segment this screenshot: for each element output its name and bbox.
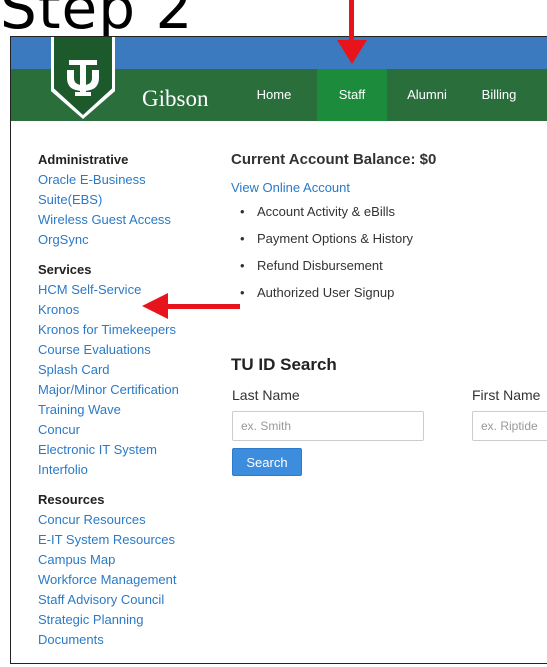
step-title: Step 2	[0, 0, 194, 42]
sidebar-link-concur-resources[interactable]: Concur Resources	[38, 510, 208, 530]
sidebar-heading: Resources	[38, 492, 105, 507]
account-balance-heading: Current Account Balance: $0	[231, 151, 437, 168]
first-name-label: First Name	[472, 387, 541, 403]
list-item: Refund Disbursement	[231, 252, 547, 279]
sidebar-link-strategic-planning[interactable]: Strategic Planning	[38, 610, 208, 630]
sidebar-link-major-minor-certification[interactable]: Major/Minor Certification	[38, 380, 208, 400]
annotation-arrow-down-icon	[337, 0, 367, 64]
sidebar-link-electronic-it-system[interactable]: Electronic IT System	[38, 440, 208, 460]
sidebar-link-oracle-ebs[interactable]: Oracle E-Business Suite(EBS)	[38, 170, 158, 210]
nav-home[interactable]: Home	[248, 69, 300, 121]
sidebar-heading: Services	[38, 262, 92, 277]
sidebar-group-administrative: Administrative Oracle E-Business Suite(E…	[38, 150, 208, 250]
list-item: Account Activity & eBills	[231, 198, 547, 225]
list-item: Authorized User Signup	[231, 279, 547, 306]
sidebar-group-resources: Resources Concur Resources E-IT System R…	[38, 490, 208, 650]
sidebar-link-documents[interactable]: Documents	[38, 630, 208, 650]
sidebar-link-training-wave[interactable]: Training Wave	[38, 400, 208, 420]
list-item: Payment Options & History	[231, 225, 547, 252]
sidebar-link-course-evaluations[interactable]: Course Evaluations	[38, 340, 208, 360]
last-name-input[interactable]	[232, 411, 424, 441]
sidebar-link-campus-map[interactable]: Campus Map	[38, 550, 208, 570]
nav-billing[interactable]: Billing	[469, 69, 529, 121]
sidebar-link-staff-advisory-council[interactable]: Staff Advisory Council	[38, 590, 208, 610]
sidebar-heading: Administrative	[38, 152, 129, 167]
sidebar-link-interfolio[interactable]: Interfolio	[38, 460, 208, 480]
sidebar-link-kronos-timekeepers[interactable]: Kronos for Timekeepers	[38, 320, 208, 340]
view-online-account-link[interactable]: View Online Account	[231, 180, 547, 196]
sidebar-link-orgsync[interactable]: OrgSync	[38, 230, 208, 250]
browser-screenshot-frame: Gibson Home Staff Alumni Billing Adminis…	[10, 36, 547, 664]
account-panel: Current Account Balance: $0 View Online …	[231, 150, 547, 306]
sidebar-link-wireless-guest-access[interactable]: Wireless Guest Access	[38, 210, 208, 230]
sidebar-link-splash-card[interactable]: Splash Card	[38, 360, 208, 380]
sidebar-link-concur[interactable]: Concur	[38, 420, 208, 440]
nav-staff[interactable]: Staff	[317, 69, 387, 121]
sidebar: Administrative Oracle E-Business Suite(E…	[38, 150, 208, 660]
tu-monogram-icon	[67, 60, 99, 96]
sidebar-link-workforce-management[interactable]: Workforce Management	[38, 570, 208, 590]
annotation-arrow-left-icon	[142, 293, 240, 319]
sidebar-link-eit-system-resources[interactable]: E-IT System Resources	[38, 530, 208, 550]
search-button[interactable]: Search	[232, 448, 302, 476]
last-name-label: Last Name	[232, 387, 300, 403]
id-search-title: TU ID Search	[231, 355, 337, 374]
nav-alumni[interactable]: Alumni	[399, 69, 455, 121]
account-options-list: Account Activity & eBills Payment Option…	[231, 198, 547, 306]
brand-name[interactable]: Gibson	[142, 86, 208, 112]
first-name-input[interactable]	[472, 411, 547, 441]
